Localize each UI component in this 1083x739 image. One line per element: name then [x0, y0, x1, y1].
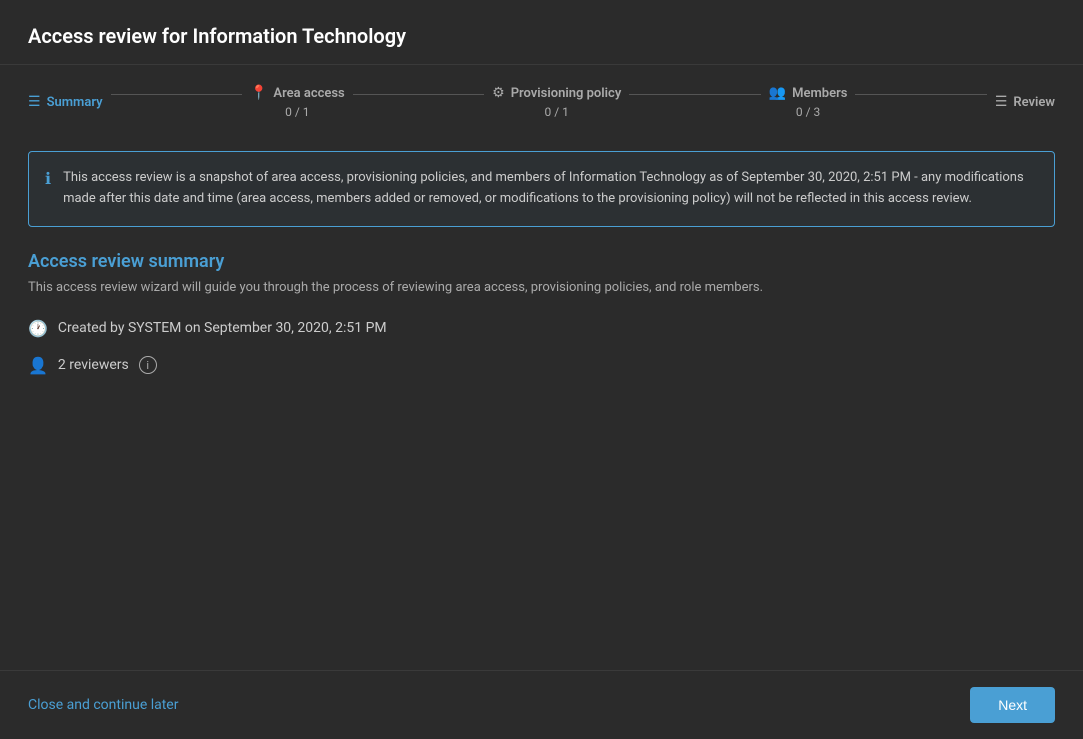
summary-icon: ☰	[28, 94, 41, 110]
info-box-text: This access review is a snapshot of area…	[63, 168, 1038, 210]
step-provisioning[interactable]: ⚙ Provisioning policy 0 / 1	[492, 85, 621, 119]
connector-4	[855, 94, 986, 95]
review-icon: ☰	[995, 94, 1008, 110]
step-summary-label: Summary	[47, 95, 103, 110]
page-header: Access review for Information Technology	[0, 0, 1083, 65]
step-review[interactable]: ☰ Review	[995, 94, 1055, 110]
reviewers-info-icon[interactable]: i	[139, 356, 157, 374]
reviewers-icon: 👤	[28, 356, 48, 375]
content-area: ℹ This access review is a snapshot of ar…	[0, 135, 1083, 670]
step-provisioning-count: 0 / 1	[545, 105, 569, 119]
info-box: ℹ This access review is a snapshot of ar…	[28, 151, 1055, 227]
step-members-count: 0 / 3	[796, 105, 820, 119]
next-button[interactable]: Next	[970, 687, 1055, 723]
close-continue-link[interactable]: Close and continue later	[28, 697, 178, 713]
page-title: Access review for Information Technology	[28, 24, 1055, 48]
step-review-label: Review	[1013, 95, 1055, 110]
step-area-access-label: Area access	[273, 86, 344, 101]
area-access-icon: 📍	[250, 85, 267, 101]
connector-3	[629, 94, 760, 95]
provisioning-icon: ⚙	[492, 85, 505, 101]
clock-icon: 🕐	[28, 319, 48, 338]
step-area-access-count: 0 / 1	[285, 105, 309, 119]
wizard-steps: ☰ Summary 📍 Area access 0 / 1 ⚙ Provisio…	[0, 65, 1083, 135]
info-circle-icon: ℹ	[45, 169, 51, 210]
connector-2	[353, 94, 484, 95]
connector-1	[111, 94, 242, 95]
step-provisioning-label: Provisioning policy	[511, 86, 622, 101]
summary-title: Access review summary	[28, 251, 1055, 272]
reviewers-row: 👤 2 reviewers i	[28, 356, 1055, 375]
footer: Close and continue later Next	[0, 670, 1083, 739]
summary-subtitle: This access review wizard will guide you…	[28, 280, 1055, 295]
step-members[interactable]: 👥 Members 0 / 3	[769, 85, 848, 119]
step-area-access[interactable]: 📍 Area access 0 / 1	[250, 85, 345, 119]
members-icon: 👥	[769, 85, 786, 101]
step-members-label: Members	[792, 86, 847, 101]
reviewers-label: 2 reviewers	[58, 357, 129, 373]
created-row: 🕐 Created by SYSTEM on September 30, 202…	[28, 319, 1055, 338]
created-label: Created by SYSTEM on September 30, 2020,…	[58, 320, 387, 336]
step-summary[interactable]: ☰ Summary	[28, 94, 103, 110]
